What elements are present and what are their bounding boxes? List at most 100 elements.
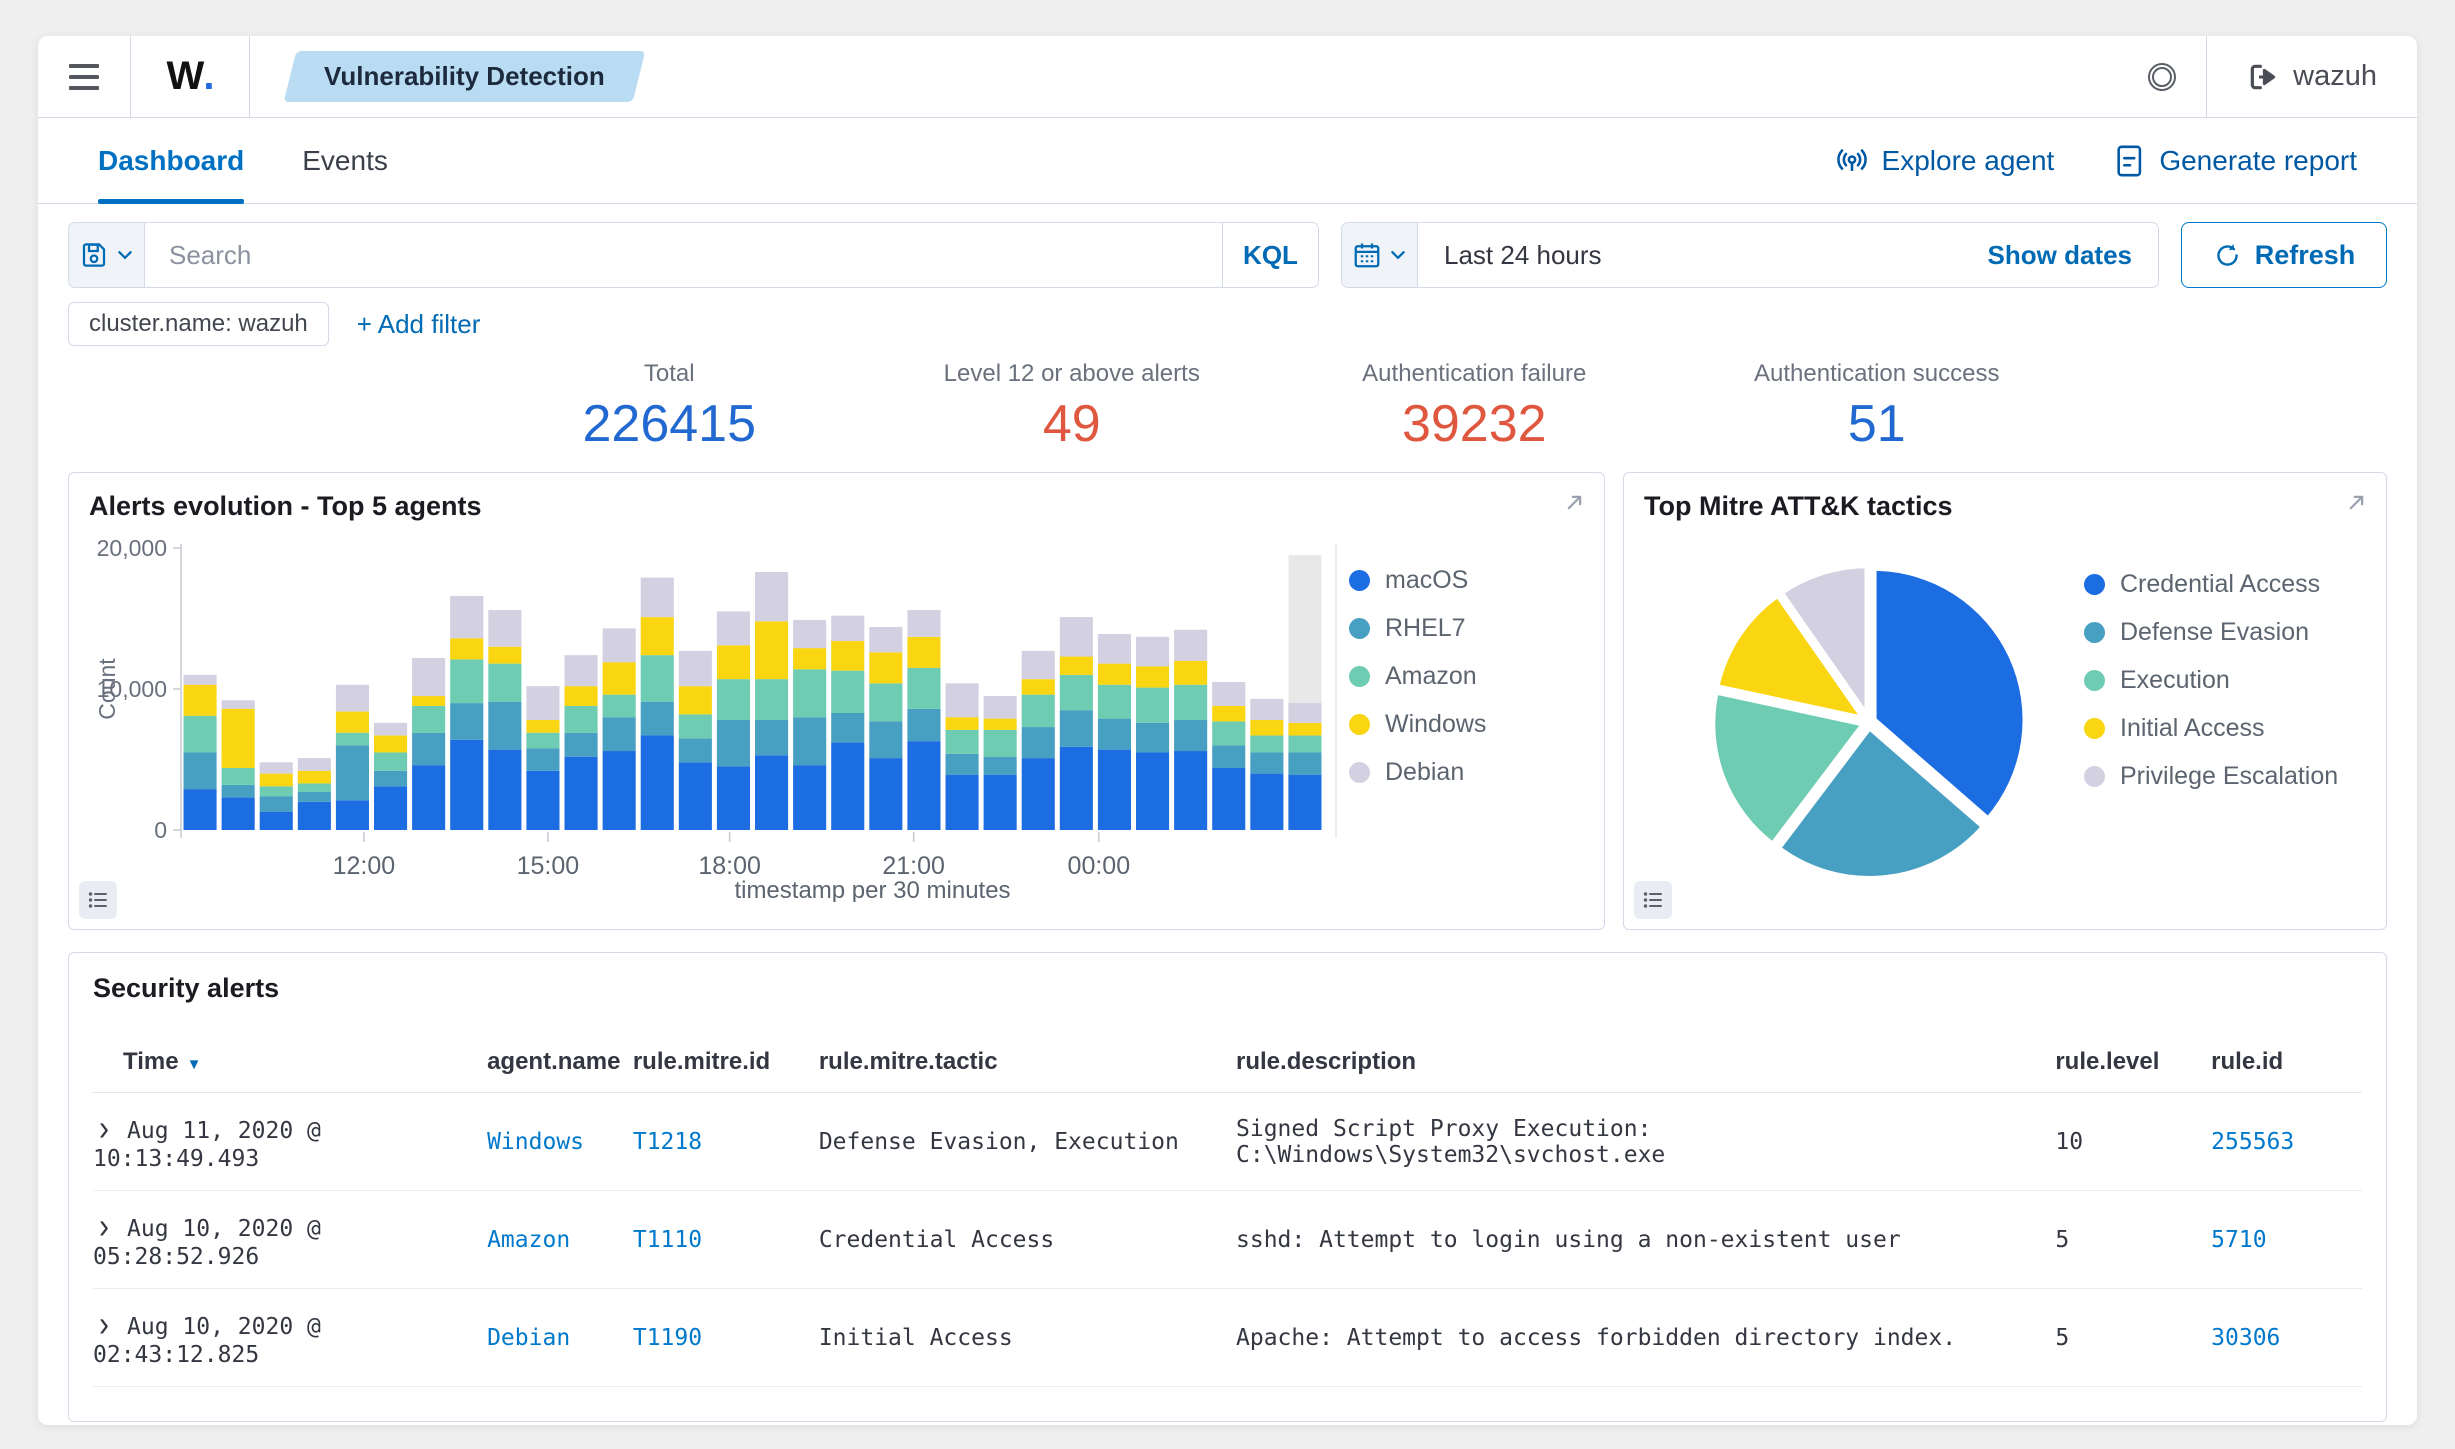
legend-item-debian[interactable]: Debian — [1349, 758, 1486, 787]
bar-segment[interactable] — [678, 762, 712, 830]
bar-segment[interactable] — [1174, 660, 1208, 685]
bar-segment[interactable] — [1136, 687, 1170, 723]
bar-segment[interactable] — [335, 800, 369, 830]
legend-item-privilege-escalation[interactable]: Privilege Escalation — [2084, 762, 2338, 791]
date-quick-menu-button[interactable] — [1342, 223, 1418, 287]
col-header-agent[interactable]: agent.name — [487, 1030, 633, 1093]
bar-segment[interactable] — [869, 652, 903, 684]
bar-segment[interactable] — [831, 712, 865, 743]
refresh-button[interactable]: Refresh — [2181, 222, 2387, 288]
bar-segment[interactable] — [1250, 752, 1284, 774]
bar-segment[interactable] — [1059, 617, 1093, 657]
bar-segment[interactable] — [412, 657, 446, 697]
bar-segment[interactable] — [983, 718, 1017, 730]
bar-segment[interactable] — [526, 748, 560, 771]
agent-link[interactable]: Debian — [487, 1325, 570, 1351]
bar-segment[interactable] — [1250, 735, 1284, 753]
bar-segment[interactable] — [1059, 746, 1093, 830]
bar-segment[interactable] — [1021, 650, 1055, 680]
bar-segment[interactable] — [983, 696, 1017, 719]
mitre-id-link[interactable]: T1218 — [633, 1129, 702, 1155]
tab-events[interactable]: Events — [302, 118, 388, 203]
bar-segment[interactable] — [678, 714, 712, 739]
bar-segment[interactable] — [1250, 773, 1284, 830]
app-status-button[interactable] — [2118, 36, 2206, 117]
bar-segment[interactable] — [1021, 727, 1055, 759]
stat-value[interactable]: 226415 — [468, 394, 871, 454]
col-header-time[interactable]: Time ▼ — [93, 1030, 488, 1093]
bar-segment[interactable] — [1059, 656, 1093, 675]
expand-panel-button[interactable] — [2343, 489, 2370, 516]
bar-segment[interactable] — [831, 615, 865, 642]
table-row[interactable]: › Aug 11, 2020 @ 10:13:49.493 Windows T12… — [93, 1092, 2362, 1191]
bar-segment[interactable] — [678, 686, 712, 715]
expand-panel-button[interactable] — [1561, 489, 1588, 516]
bar-segment[interactable] — [869, 626, 903, 653]
add-filter-button[interactable]: + Add filter — [357, 309, 481, 340]
legend-item-initial-access[interactable]: Initial Access — [2084, 714, 2338, 743]
logout-button[interactable]: wazuh — [2207, 36, 2417, 117]
bar-segment[interactable] — [602, 717, 636, 752]
legend-item-amazon[interactable]: Amazon — [1349, 662, 1486, 691]
bar-segment[interactable] — [1288, 703, 1322, 723]
bar-segment[interactable] — [488, 749, 522, 830]
bar-segment[interactable] — [374, 722, 408, 736]
bar-segment[interactable] — [678, 738, 712, 763]
rule-id-link[interactable]: 30306 — [2211, 1325, 2280, 1351]
bar-segment[interactable] — [1021, 679, 1055, 695]
bar-segment[interactable] — [983, 775, 1017, 830]
bar-segment[interactable] — [450, 638, 484, 660]
bar-segment[interactable] — [450, 703, 484, 740]
bar-segment[interactable] — [412, 705, 446, 733]
bar-segment[interactable] — [450, 739, 484, 830]
bar-segment[interactable] — [564, 732, 598, 757]
bar-segment[interactable] — [640, 735, 674, 830]
bar-segment[interactable] — [640, 701, 674, 736]
expand-row-icon[interactable]: › — [99, 1304, 109, 1345]
bar-segment[interactable] — [755, 621, 789, 680]
bar-segment[interactable] — [869, 721, 903, 759]
bar-segment[interactable] — [793, 765, 827, 830]
bar-segment[interactable] — [1288, 735, 1322, 753]
bar-segment[interactable] — [374, 735, 408, 753]
bar-segment[interactable] — [374, 752, 408, 771]
bar-segment[interactable] — [1021, 758, 1055, 830]
col-header-level[interactable]: rule.level — [2055, 1030, 2212, 1093]
bar-segment[interactable] — [716, 766, 750, 830]
legend-item-windows[interactable]: Windows — [1349, 710, 1486, 739]
bar-segment[interactable] — [450, 659, 484, 704]
bar-segment[interactable] — [1212, 767, 1246, 830]
search-input[interactable] — [145, 223, 1222, 287]
bar-segment[interactable] — [1212, 681, 1246, 706]
bar-segment[interactable] — [221, 767, 255, 785]
bar-segment[interactable] — [755, 679, 789, 721]
legend-item-macos[interactable]: macOS — [1349, 566, 1486, 595]
inspect-chart-button[interactable] — [1634, 881, 1672, 919]
menu-toggle-button[interactable] — [38, 36, 130, 117]
bar-segment[interactable] — [793, 717, 827, 766]
bar-segment[interactable] — [183, 674, 217, 685]
agent-link[interactable]: Amazon — [487, 1227, 570, 1253]
bar-segment[interactable] — [869, 683, 903, 722]
bar-segment[interactable] — [907, 708, 941, 742]
bar-segment[interactable] — [716, 611, 750, 646]
bar-segment[interactable] — [945, 729, 979, 754]
bar-segment[interactable] — [1097, 684, 1131, 719]
bar-segment[interactable] — [564, 756, 598, 830]
bar-segment[interactable] — [335, 745, 369, 801]
show-dates-button[interactable]: Show dates — [1962, 240, 2158, 271]
bar-segment[interactable] — [412, 696, 446, 706]
bar-segment[interactable] — [183, 789, 217, 830]
bar-segment[interactable] — [1174, 629, 1208, 661]
filter-chip[interactable]: cluster.name: wazuh — [68, 302, 329, 346]
bar-segment[interactable] — [907, 741, 941, 830]
bar-segment[interactable] — [1288, 722, 1322, 736]
bar-segment[interactable] — [450, 595, 484, 639]
bar-segment[interactable] — [374, 770, 408, 787]
inspect-chart-button[interactable] — [79, 881, 117, 919]
bar-segment[interactable] — [488, 663, 522, 702]
bar-segment[interactable] — [564, 655, 598, 687]
bar-segment[interactable] — [221, 797, 255, 830]
explore-agent-button[interactable]: Explore agent — [1835, 118, 2054, 203]
bar-segment[interactable] — [831, 742, 865, 830]
